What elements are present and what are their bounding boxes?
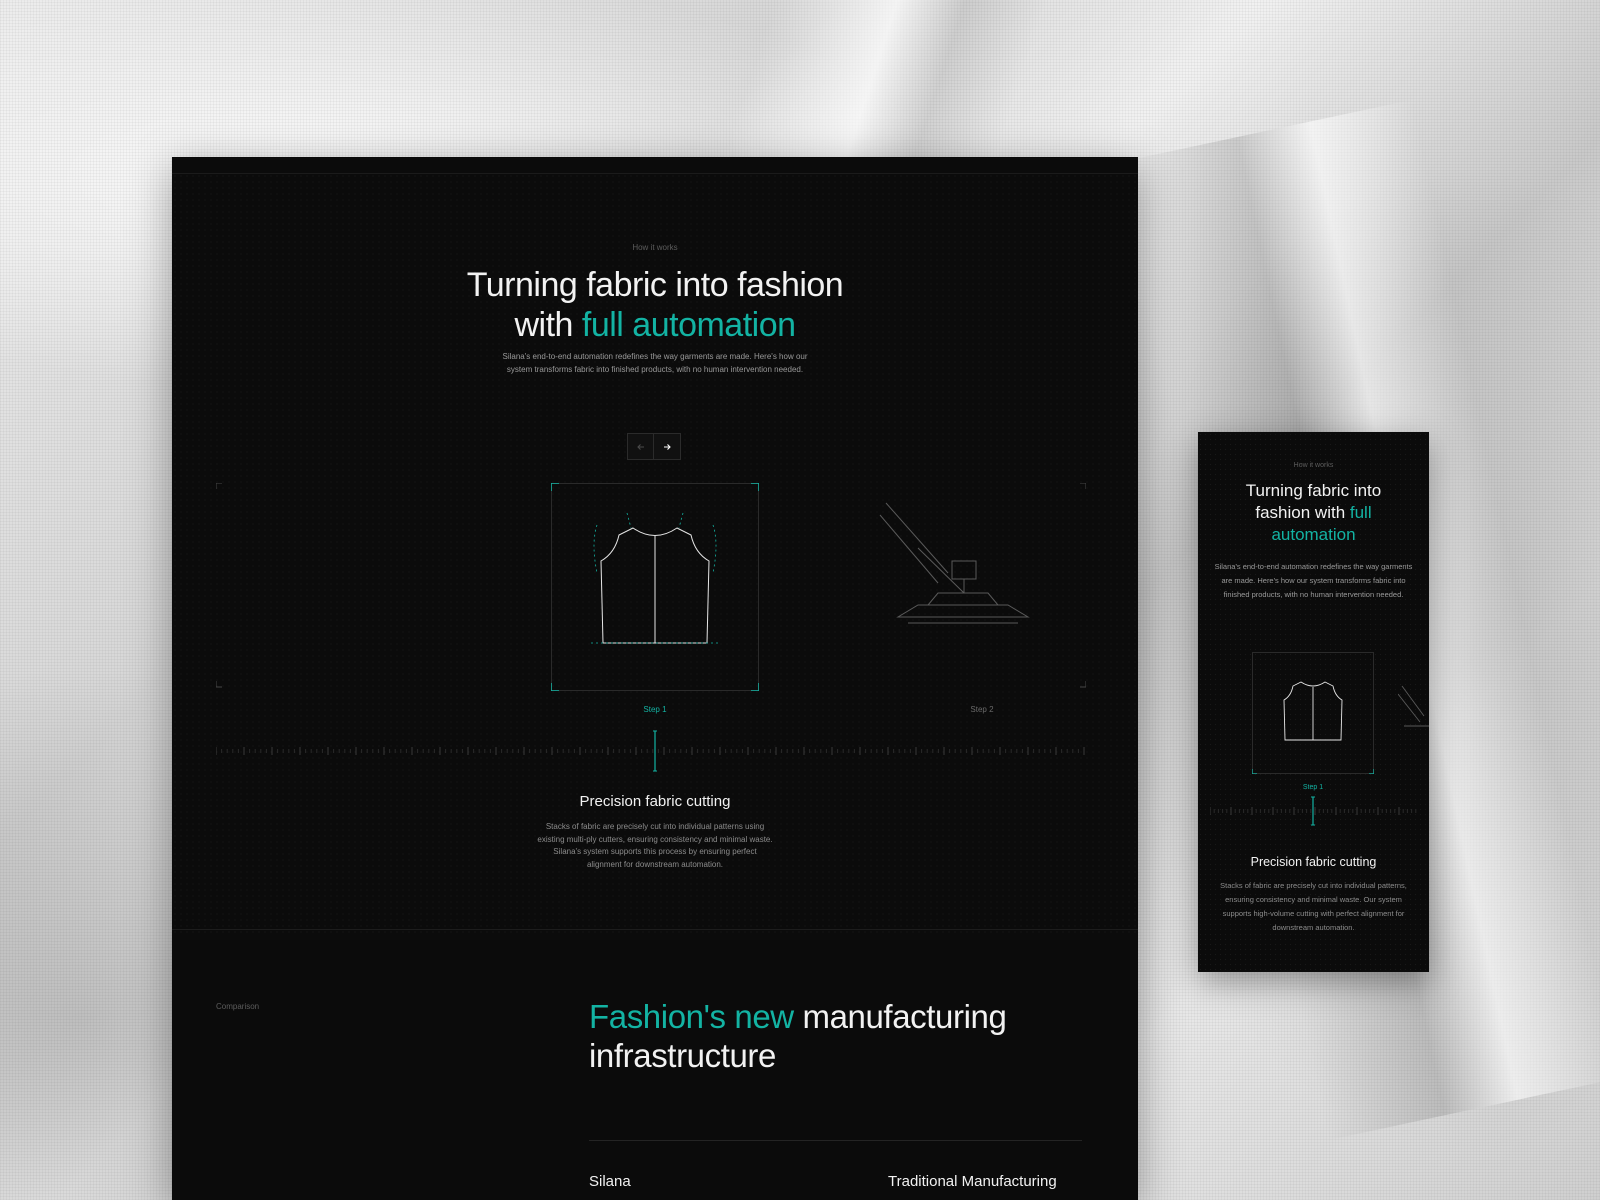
step-title: Precision fabric cutting: [579, 793, 731, 810]
carousel-next-button[interactable]: [654, 433, 681, 460]
comparison-rule: [589, 1140, 1082, 1141]
hero-title-prefix: with: [514, 306, 582, 344]
mobile-progress-timeline[interactable]: [1210, 794, 1417, 828]
arrow-right-icon: [664, 443, 671, 450]
progress-timeline[interactable]: [216, 727, 1092, 787]
mobile-step-1-card[interactable]: [1252, 652, 1374, 774]
step-2-label: Step 2: [970, 705, 994, 714]
desktop-page-preview: How it works Turning fabric into fashion…: [172, 157, 1138, 1200]
mobile-eyebrow: How it works: [1293, 462, 1334, 469]
mobile-step-title: Precision fabric cutting: [1250, 855, 1377, 869]
step-1-label: Step 1: [643, 705, 667, 714]
carousel-controls: [627, 433, 681, 460]
comparison-title: Fashion's new manufacturing infrastructu…: [589, 997, 1007, 1075]
step-1-card[interactable]: [551, 483, 759, 691]
robotic-arm-icon: [879, 502, 1030, 624]
mobile-robotic-arm-icon: [1398, 685, 1429, 727]
step-2-card[interactable]: [878, 493, 1038, 633]
how-it-works-eyebrow: How it works: [632, 243, 678, 252]
hero-description: Silana's end-to-end automation redefines…: [502, 352, 808, 374]
comparison-title-rest: manufacturing: [793, 998, 1007, 1035]
comparison-column-silana: Silana: [589, 1173, 631, 1190]
garment-pattern-icon: [1252, 652, 1374, 774]
mobile-page-preview: How it works Turning fabric into fashion…: [1198, 432, 1429, 972]
hero-title-accent: full automation: [581, 306, 796, 344]
section-divider: [172, 929, 1138, 930]
mobile-step-description: Stacks of fabric are precisely cut into …: [1220, 881, 1407, 932]
hero-title-line2: with full automation: [172, 305, 1138, 345]
mobile-title: Turning fabric into fashion with full au…: [1218, 480, 1409, 546]
hero-title: Turning fabric into fashion with full au…: [172, 265, 1138, 345]
mobile-step-1-label: Step 1: [1302, 784, 1324, 791]
arrow-left-icon: [636, 443, 644, 450]
comparison-title-line1: Fashion's new manufacturing: [589, 997, 1007, 1036]
mobile-description: Silana's end-to-end automation redefines…: [1214, 562, 1413, 599]
comparison-eyebrow: Comparison: [216, 1002, 260, 1011]
comparison-column-traditional: Traditional Manufacturing: [888, 1173, 1057, 1190]
hero-title-line1: Turning fabric into fashion: [466, 266, 844, 304]
step-description: Stacks of fabric are precisely cut into …: [537, 822, 773, 869]
comparison-title-line2: infrastructure: [589, 1037, 776, 1074]
comparison-title-accent: Fashion's new: [589, 998, 794, 1035]
carousel-prev-button[interactable]: [627, 433, 654, 460]
garment-pattern-icon: [551, 483, 759, 691]
